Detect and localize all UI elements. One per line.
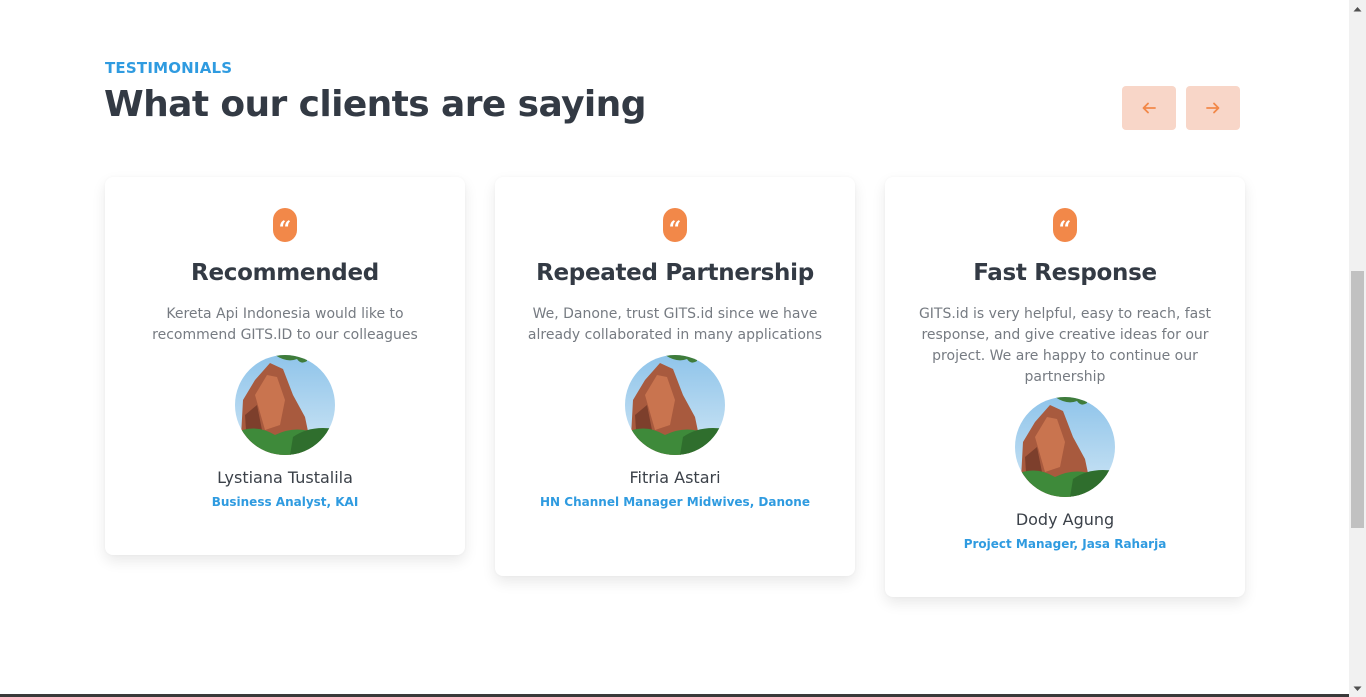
- person-name: Lystiana Tustalila: [217, 468, 353, 487]
- testimonial-title: Recommended: [191, 260, 379, 286]
- scroll-up-icon[interactable]: [1349, 0, 1366, 17]
- testimonials-section: TESTIMONIALS What our clients are saying…: [0, 0, 1349, 697]
- section-eyebrow: TESTIMONIALS: [105, 59, 233, 77]
- person-name: Fitria Astari: [629, 468, 721, 487]
- avatar: [1015, 397, 1115, 497]
- scrollbar-thumb[interactable]: [1351, 271, 1364, 528]
- avatar: [235, 355, 335, 455]
- testimonial-text: GITS.id is very helpful, easy to reach, …: [918, 306, 1212, 385]
- arrow-right-icon: [1206, 102, 1220, 114]
- scroll-down-icon[interactable]: [1349, 680, 1366, 697]
- testimonial-card: “ Repeated Partnership We, Danone, trust…: [495, 177, 855, 576]
- next-button[interactable]: [1186, 86, 1240, 130]
- quote-icon: “: [273, 208, 297, 242]
- testimonial-title: Repeated Partnership: [536, 260, 814, 286]
- testimonial-text: We, Danone, trust GITS.id since we have …: [527, 306, 823, 343]
- previous-button[interactable]: [1122, 86, 1176, 130]
- quote-icon: “: [663, 208, 687, 242]
- arrow-left-icon: [1142, 102, 1156, 114]
- person-role: Business Analyst, KAI: [211, 495, 359, 509]
- testimonial-card: “ Fast Response GITS.id is very helpful,…: [885, 177, 1245, 597]
- testimonial-title: Fast Response: [973, 260, 1157, 286]
- avatar: [625, 355, 725, 455]
- quote-icon: “: [1053, 208, 1077, 242]
- person-role: Project Manager, Jasa Raharja: [963, 537, 1167, 551]
- person-name: Dody Agung: [1015, 510, 1115, 529]
- person-role: HN Channel Manager Midwives, Danone: [540, 495, 810, 509]
- testimonial-card: “ Recommended Kereta Api Indonesia would…: [105, 177, 465, 555]
- vertical-scrollbar[interactable]: [1349, 0, 1366, 697]
- section-heading: What our clients are saying: [104, 84, 646, 125]
- testimonial-text: Kereta Api Indonesia would like to recom…: [152, 306, 418, 343]
